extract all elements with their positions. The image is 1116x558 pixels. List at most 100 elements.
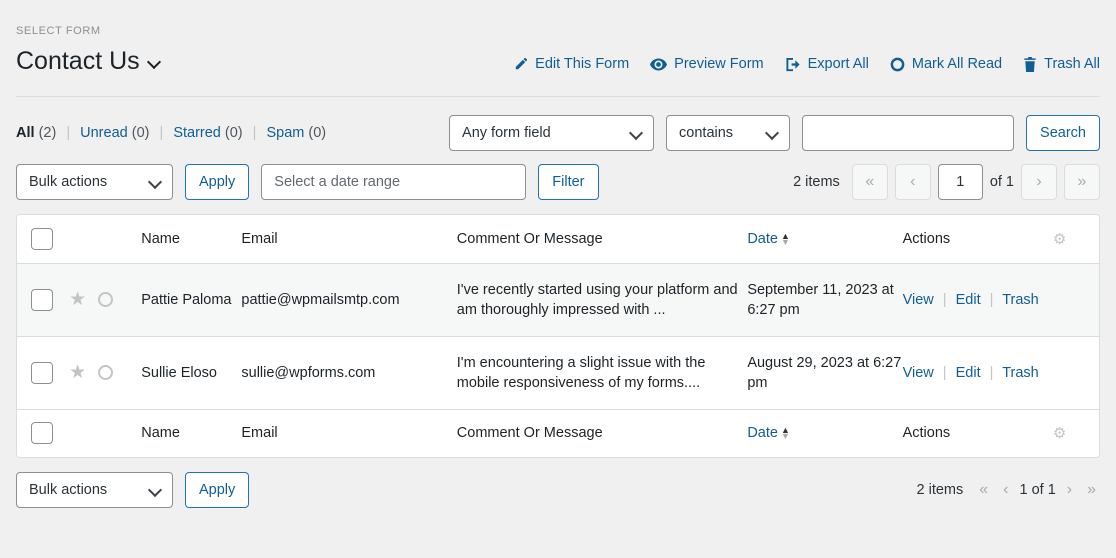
view-separator-1: | — [66, 125, 70, 141]
unread-circle-icon[interactable] — [98, 365, 113, 380]
next-page-button-top[interactable]: › — [1021, 164, 1057, 200]
message-footer: Comment Or Message — [457, 409, 748, 457]
footer-left-group: Bulk actions Apply — [16, 472, 249, 508]
first-page-button-bottom[interactable]: « — [975, 481, 992, 499]
view-starred-count: (0) — [225, 125, 243, 141]
date-header: Date ▲▼ — [747, 215, 902, 263]
select-form-label: SELECT FORM — [16, 0, 1100, 38]
prev-page-button-bottom[interactable]: ‹ — [999, 481, 1012, 499]
search-group: Any form field contains Search — [449, 115, 1100, 151]
row-action-separator-2: | — [990, 292, 994, 308]
mark-all-read-link[interactable]: Mark All Read — [890, 56, 1002, 72]
view-separator-3: | — [253, 125, 257, 141]
row-checkbox[interactable] — [31, 362, 53, 384]
bulk-actions-select[interactable]: Bulk actions — [16, 164, 173, 200]
pagination-top: 2 items « ‹ of 1 › » — [793, 164, 1100, 200]
form-selector[interactable]: Contact Us — [16, 46, 162, 76]
gear-icon-bottom[interactable]: ⚙ — [1053, 425, 1066, 442]
bulk-left-group: Bulk actions Apply Filter — [16, 164, 599, 200]
name-footer: Name — [141, 409, 241, 457]
search-button[interactable]: Search — [1026, 115, 1100, 151]
mark-all-read-label: Mark All Read — [912, 56, 1002, 72]
row-action-separator-1: | — [943, 292, 947, 308]
view-starred-link[interactable]: Starred — [173, 125, 221, 141]
date-sort-link-top[interactable]: Date ▲▼ — [747, 231, 790, 247]
table-row: ★ Pattie Paloma pattie@wpmailsmtp.com I'… — [17, 263, 1099, 336]
export-all-label: Export All — [808, 56, 869, 72]
export-icon — [785, 57, 801, 72]
date-range-input[interactable] — [261, 164, 526, 200]
star-icon[interactable]: ★ — [69, 290, 86, 309]
pagination-bottom: 2 items « ‹ 1 of 1 › » — [917, 481, 1101, 499]
preview-form-link[interactable]: Preview Form — [650, 56, 763, 72]
row-trash-link[interactable]: Trash — [1002, 292, 1039, 308]
view-separator-2: | — [160, 125, 164, 141]
search-operator-select[interactable]: contains — [666, 115, 790, 151]
row-gear-cell — [1053, 263, 1099, 336]
entries-table-wrap: Name Email Comment Or Message Date ▲▼ Ac… — [16, 214, 1100, 458]
search-field-select-wrap: Any form field — [449, 115, 654, 151]
row-action-separator-1: | — [943, 365, 947, 381]
trash-all-link[interactable]: Trash All — [1023, 56, 1100, 72]
row-checkbox-cell — [17, 336, 69, 409]
date-sort-link-bottom[interactable]: Date ▲▼ — [747, 425, 790, 441]
row-name: Sullie Eloso — [141, 336, 241, 409]
last-page-button-bottom[interactable]: » — [1083, 481, 1100, 499]
view-unread-count: (0) — [132, 125, 150, 141]
actions-footer: Actions — [903, 409, 1053, 457]
search-field-select[interactable]: Any form field — [449, 115, 654, 151]
row-view-link[interactable]: View — [903, 292, 934, 308]
edit-this-form-link[interactable]: Edit This Form — [513, 56, 629, 72]
form-actions: Edit This Form Preview Form Export All M… — [513, 56, 1100, 76]
row-view-link[interactable]: View — [903, 365, 934, 381]
row-email: sullie@wpforms.com — [241, 336, 456, 409]
table-footer-row: Name Email Comment Or Message Date ▲▼ Ac… — [17, 409, 1099, 457]
gear-icon-top[interactable]: ⚙ — [1053, 231, 1066, 248]
view-all-count: (2) — [39, 125, 57, 141]
sort-arrows-icon: ▲▼ — [781, 427, 790, 439]
view-spam-link[interactable]: Spam — [266, 125, 304, 141]
bulk-actions-select-bottom[interactable]: Bulk actions — [16, 472, 173, 508]
page-header: Contact Us Edit This Form Preview Form — [16, 38, 1100, 76]
search-operator-select-wrap: contains — [666, 115, 790, 151]
row-action-separator-2: | — [990, 365, 994, 381]
view-all-label[interactable]: All — [16, 125, 35, 141]
next-page-button-bottom[interactable]: › — [1063, 481, 1076, 499]
last-page-button-top[interactable]: » — [1064, 164, 1100, 200]
bulk-actions-row-top: Bulk actions Apply Filter 2 items « ‹ of… — [16, 151, 1100, 200]
select-all-header — [17, 215, 69, 263]
flags-footer — [69, 409, 141, 457]
prev-page-button-top[interactable]: ‹ — [895, 164, 931, 200]
email-header: Email — [241, 215, 456, 263]
row-date: August 29, 2023 at 6:27 pm — [747, 336, 902, 409]
table-header-row: Name Email Comment Or Message Date ▲▼ Ac… — [17, 215, 1099, 263]
apply-button-top[interactable]: Apply — [185, 164, 249, 200]
page-title: Contact Us — [16, 46, 140, 76]
row-checkbox[interactable] — [31, 289, 53, 311]
apply-button-bottom[interactable]: Apply — [185, 472, 249, 508]
row-actions: View | Edit | Trash — [903, 336, 1053, 409]
filter-button[interactable]: Filter — [538, 164, 598, 200]
select-all-checkbox-bottom[interactable] — [31, 422, 53, 444]
items-count-bottom: 2 items — [917, 482, 964, 498]
pencil-icon — [513, 57, 528, 72]
trash-all-label: Trash All — [1044, 56, 1100, 72]
row-edit-link[interactable]: Edit — [956, 365, 981, 381]
current-page-input[interactable] — [938, 164, 983, 200]
view-spam-count: (0) — [308, 125, 326, 141]
columns-settings-footer: ⚙ — [1053, 409, 1099, 457]
export-all-link[interactable]: Export All — [785, 56, 869, 72]
row-edit-link[interactable]: Edit — [956, 292, 981, 308]
select-all-checkbox-top[interactable] — [31, 228, 53, 250]
row-message: I've recently started using your platfor… — [457, 263, 748, 336]
first-page-button-top[interactable]: « — [852, 164, 888, 200]
row-actions: View | Edit | Trash — [903, 263, 1053, 336]
view-unread-link[interactable]: Unread — [80, 125, 128, 141]
unread-circle-icon[interactable] — [98, 292, 113, 307]
items-count-top: 2 items — [793, 174, 840, 190]
row-trash-link[interactable]: Trash — [1002, 365, 1039, 381]
sort-arrows-icon: ▲▼ — [781, 233, 790, 245]
name-header: Name — [141, 215, 241, 263]
search-input[interactable] — [802, 115, 1014, 151]
star-icon[interactable]: ★ — [69, 363, 86, 382]
